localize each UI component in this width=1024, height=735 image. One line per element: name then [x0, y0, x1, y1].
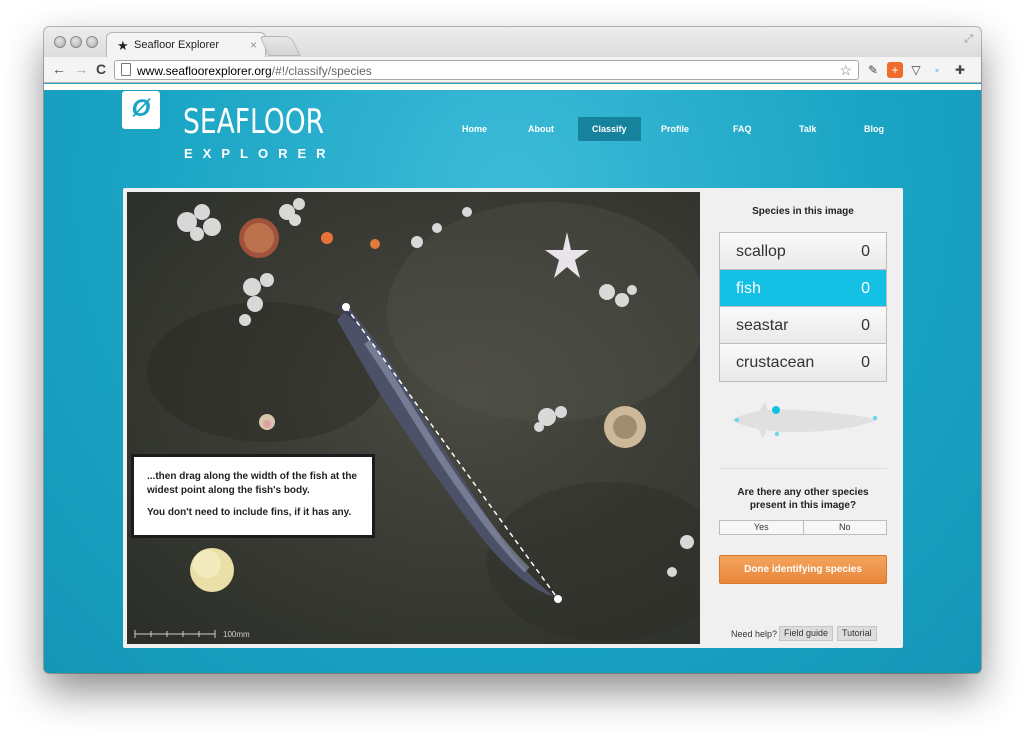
- other-species-toggle: Yes No: [719, 520, 887, 535]
- logo-title[interactable]: SEAFLOOR: [183, 102, 324, 142]
- species-title: Species in this image: [752, 206, 854, 217]
- species-name: seastar: [736, 317, 789, 334]
- seafloor-scene: [134, 198, 700, 642]
- tutorial-tooltip: ...then drag along the width of the fish…: [131, 454, 375, 538]
- browser-toolbar: ← → C www.seafloorexplorer.org/#!/classi…: [44, 57, 981, 83]
- fullscreen-icon[interactable]: ⤢: [964, 33, 973, 46]
- classify-panel: ...then drag along the width of the fish…: [123, 188, 903, 648]
- wrench-tool-icon[interactable]: ✎: [865, 62, 881, 78]
- seafloor-image[interactable]: ...then drag along the width of the fish…: [127, 192, 700, 644]
- species-row-fish[interactable]: fish 0: [720, 270, 886, 307]
- species-row-scallop[interactable]: scallop 0: [720, 233, 886, 270]
- tutorial-note-text: You don't need to include fins, if it ha…: [147, 507, 352, 518]
- species-name: crustacean: [736, 354, 815, 371]
- fish-measure-diagram-icon: [731, 402, 878, 438]
- sidebar-divider: [719, 468, 887, 469]
- species-sidebar: Species in this image scallop 0 fish 0 s…: [703, 188, 903, 648]
- species-count: 0: [861, 317, 870, 334]
- done-identifying-button[interactable]: Done identifying species: [719, 555, 887, 584]
- species-name: fish: [736, 280, 761, 297]
- browser-window: ★ Seafloor Explorer × ⤢ ← → C www.seaflo…: [44, 27, 981, 673]
- settings-wrench-icon[interactable]: ✚: [952, 62, 968, 78]
- page: Ø SEAFLOOR EXPLORER Home About Classify …: [44, 84, 981, 673]
- need-help-label: Need help?: [731, 629, 778, 639]
- bookmark-star-icon[interactable]: ☆: [839, 62, 852, 79]
- plus-extension-icon[interactable]: +: [887, 62, 903, 78]
- url-text: www.seafloorexplorer.org/#!/classify/spe…: [137, 64, 372, 78]
- other-species-question: Are there any other species present in t…: [737, 487, 869, 511]
- nav-about[interactable]: About: [514, 117, 568, 141]
- address-bar[interactable]: www.seafloorexplorer.org/#!/classify/spe…: [114, 60, 859, 80]
- top-strip: [44, 84, 981, 90]
- scale-bar-label: 100mm: [223, 630, 250, 639]
- yes-button[interactable]: Yes: [720, 521, 804, 534]
- url-domain: www.seafloorexplorer.org: [137, 64, 272, 78]
- extension-icon[interactable]: ▪: [929, 62, 945, 78]
- tutorial-button[interactable]: Tutorial: [837, 626, 877, 641]
- species-count: 0: [861, 243, 870, 260]
- nav-blog[interactable]: Blog: [850, 117, 898, 141]
- tutorial-step-text: ...then drag along the width of the fish…: [147, 471, 357, 496]
- nav-profile[interactable]: Profile: [647, 117, 703, 141]
- favicon-icon: ★: [117, 38, 129, 53]
- species-count: 0: [861, 280, 870, 297]
- field-guide-button[interactable]: Field guide: [779, 626, 834, 641]
- browser-tab[interactable]: ★ Seafloor Explorer ×: [106, 32, 266, 58]
- nav-faq[interactable]: FAQ: [719, 117, 766, 141]
- nav-talk[interactable]: Talk: [785, 117, 830, 141]
- pocket-icon[interactable]: ▽: [908, 62, 924, 78]
- species-list: scallop 0 fish 0 seastar 0 crustacean 0: [719, 232, 887, 382]
- page-icon: [121, 63, 131, 76]
- reload-icon[interactable]: C: [96, 61, 106, 77]
- close-window-button[interactable]: [54, 36, 66, 48]
- browser-titlebar: ★ Seafloor Explorer × ⤢: [44, 27, 981, 58]
- species-name: scallop: [736, 243, 786, 260]
- no-button[interactable]: No: [804, 521, 887, 534]
- minimize-window-button[interactable]: [70, 36, 82, 48]
- url-path: /#!/classify/species: [271, 64, 372, 78]
- species-row-seastar[interactable]: seastar 0: [720, 307, 886, 344]
- tab-title: Seafloor Explorer: [134, 39, 219, 51]
- nav-classify[interactable]: Classify: [578, 117, 641, 141]
- logo-subtitle: EXPLORER: [184, 146, 336, 161]
- tab-close-icon[interactable]: ×: [250, 38, 257, 52]
- zoom-window-button[interactable]: [86, 36, 98, 48]
- species-count: 0: [861, 354, 870, 371]
- back-icon[interactable]: ←: [52, 61, 66, 77]
- forward-icon[interactable]: →: [74, 61, 88, 77]
- site-logo-icon[interactable]: Ø: [122, 91, 160, 129]
- species-row-crustacean[interactable]: crustacean 0: [720, 344, 886, 381]
- nav-home[interactable]: Home: [448, 117, 501, 141]
